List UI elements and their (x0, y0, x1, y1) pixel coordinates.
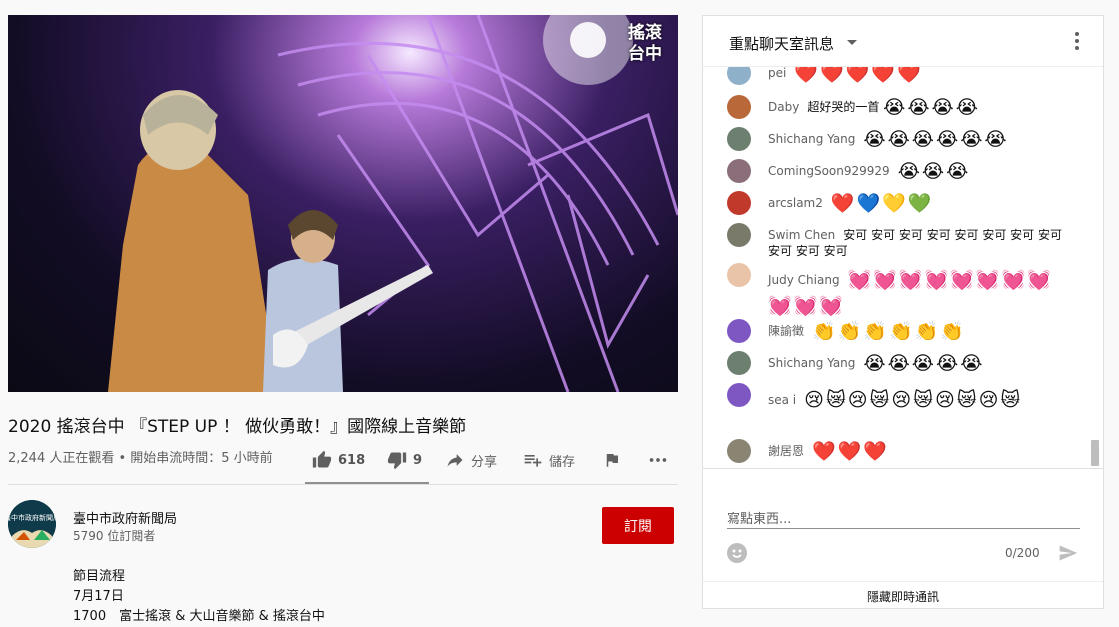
dislike-count: 9 (413, 452, 423, 468)
like-button[interactable]: 618 (312, 446, 365, 474)
channel-avatar[interactable]: 臺中市政府新聞局 (8, 500, 56, 548)
share-label: 分享 (471, 454, 498, 470)
message-emoji: ❤️❤️❤️ (812, 440, 889, 463)
author-name[interactable]: ComingSoon929929 (768, 164, 890, 178)
author-avatar[interactable] (727, 263, 751, 287)
action-bar: 618 9 分享 儲存 (305, 440, 678, 484)
save-button[interactable]: 儲存 (523, 446, 575, 474)
author-name[interactable]: Shichang Yang (768, 356, 855, 370)
message-emoji: ❤️❤️❤️❤️❤️ (794, 67, 923, 85)
author-name[interactable]: Daby (768, 100, 799, 114)
hide-chat-button[interactable]: 隱藏即時通訊 (703, 581, 1103, 608)
more-vertical-icon[interactable] (1075, 32, 1079, 50)
author-avatar[interactable] (727, 351, 751, 375)
chat-scrollbar[interactable] (1091, 66, 1099, 468)
message-emoji: 😭😭😭😭😭😭 (863, 128, 1009, 151)
author-avatar[interactable] (727, 383, 751, 407)
live-chat-panel: 重點聊天室訊息 pei ❤️❤️❤️❤️❤️ Daby 超好哭的一首 😭😭😭😭 Sh… (702, 15, 1104, 609)
description-line: 7月17日 (73, 589, 124, 604)
chat-mode-selector[interactable]: 重點聊天室訊息 (729, 33, 834, 54)
playlist-add-icon (524, 455, 542, 467)
description-line: 1700 富士搖滾 & 大山音樂節 & 搖滾台中 (73, 609, 325, 624)
author-name[interactable]: 陳諭徵 (768, 324, 804, 338)
message-text: 超好哭的一首 (807, 100, 880, 114)
author-name[interactable]: Shichang Yang (768, 132, 855, 146)
thumbs-down-icon (387, 452, 407, 470)
video-meta: 2,244 人正在觀看 • 開始串流時間：5 小時前 (8, 451, 273, 466)
message-emoji: 👏👏👏👏👏👏 (812, 320, 966, 343)
like-count: 618 (338, 452, 366, 468)
message-emoji: ❤️💙💛💚 (830, 192, 934, 215)
author-avatar[interactable] (727, 191, 751, 215)
chat-input[interactable]: 寫點東西... (727, 508, 1080, 529)
svg-text:臺中市政府新聞局: 臺中市政府新聞局 (8, 513, 56, 522)
channel-logo-icon: 臺中市政府新聞局 (8, 500, 56, 548)
author-avatar[interactable] (727, 159, 751, 183)
author-avatar[interactable] (727, 67, 751, 85)
author-name[interactable]: 謝居恩 (768, 444, 804, 458)
author-name[interactable]: pei (768, 67, 786, 80)
subscriber-count: 5790 位訂閱者 (73, 529, 156, 543)
save-label: 儲存 (549, 454, 576, 470)
stage-scene (108, 15, 678, 392)
author-avatar[interactable] (727, 95, 751, 119)
author-name[interactable]: sea i (768, 393, 796, 407)
dislike-button[interactable]: 9 (387, 446, 422, 474)
more-horizontal-icon (649, 458, 667, 462)
author-name[interactable]: Judy Chiang (768, 273, 840, 287)
share-arrow-icon (447, 454, 463, 467)
thumbs-up-icon (312, 450, 332, 468)
chat-input-area: 寫點東西... 0/200 隱藏即時通訊 (703, 468, 1103, 608)
author-avatar[interactable] (727, 223, 751, 247)
chat-header: 重點聊天室訊息 (703, 16, 1103, 67)
message-emoji: 😢😿😢😿😢😿😢😿😢😿 (804, 389, 1023, 411)
share-button[interactable]: 分享 (445, 446, 497, 474)
author-name[interactable]: arcslam2 (768, 196, 823, 210)
author-avatar[interactable] (727, 439, 751, 463)
char-count: 0/200 (1005, 546, 1040, 560)
smile-icon[interactable] (727, 543, 747, 563)
divider (8, 484, 678, 485)
send-icon[interactable] (1057, 543, 1079, 563)
description-line: 節目流程 (73, 569, 126, 584)
video-title: 2020 搖滾台中 『STEP UP ！ 做伙勇敢！』國際線上音樂節 (8, 417, 467, 437)
author-avatar[interactable] (727, 319, 751, 343)
author-avatar[interactable] (727, 127, 751, 151)
more-actions-button[interactable] (647, 446, 669, 474)
message-emoji: 😭😭😭😭😭 (863, 352, 985, 375)
author-name[interactable]: Swim Chen (768, 228, 835, 242)
channel-name[interactable]: 臺中市政府新聞局 (73, 508, 177, 527)
channel-watermark: 搖滾台中 (628, 23, 662, 64)
message-emoji: 😭😭😭😭 (883, 96, 980, 119)
scrollbar-thumb[interactable] (1091, 440, 1099, 466)
video-player[interactable]: 搖滾台中 (8, 15, 678, 392)
chat-message-list: pei ❤️❤️❤️❤️❤️ Daby 超好哭的一首 😭😭😭😭 Shichang Y… (703, 67, 1087, 467)
message-emoji: 😭😭😭 (897, 160, 971, 183)
flag-icon (606, 454, 618, 467)
subscribe-button[interactable]: 訂閱 (602, 507, 674, 544)
video-description: 節目流程 7月17日 1700 富士搖滾 & 大山音樂節 & 搖滾台中 (73, 567, 325, 627)
caret-down-icon[interactable] (847, 40, 857, 45)
report-button[interactable] (603, 446, 621, 474)
